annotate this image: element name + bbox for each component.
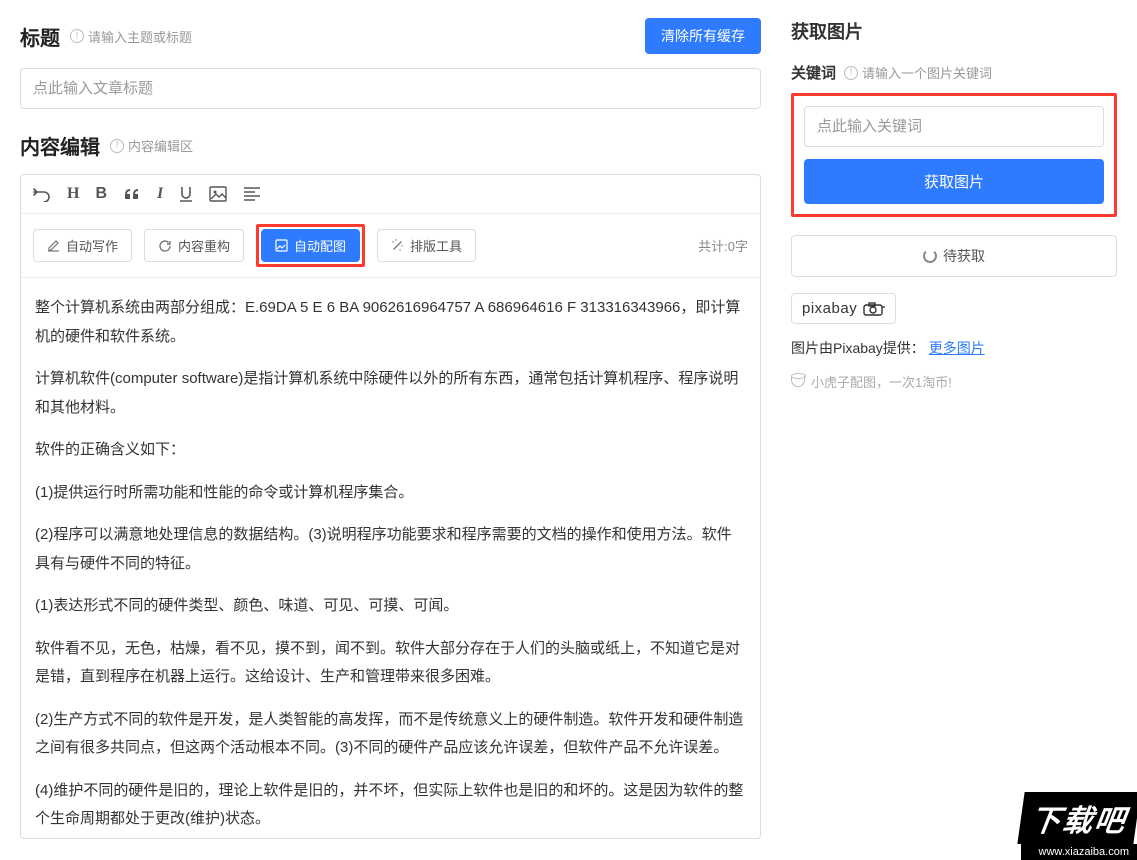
- paragraph: 整个计算机系统由两部分组成：E.69DA 5 E 6 BA 9062616964…: [35, 294, 746, 351]
- pixabay-badge: pixabay: [791, 293, 896, 324]
- refresh-icon: [158, 239, 172, 253]
- pending-status: 待获取: [791, 235, 1117, 277]
- paragraph: (4)维护不同的硬件是旧的，理论上软件是旧的，并不坏，但实际上软件也是旧的和坏的…: [35, 777, 746, 834]
- paragraph: 计算机软件(computer software)是指计算机系统中除硬件以外的所有…: [35, 365, 746, 422]
- editor-toolbar: H B I: [21, 175, 760, 214]
- editor-hint: ! 内容编辑区: [110, 136, 193, 155]
- action-row: 自动写作 内容重构 自动配图 排版工具 共计:0字: [21, 214, 760, 278]
- paragraph: (2)生产方式不同的软件是开发，是人类智能的高发挥，而不是传统意义上的硬件制造。…: [35, 706, 746, 763]
- watermark: 下载吧 www.xiazaiba.com: [1021, 792, 1137, 860]
- auto-write-button[interactable]: 自动写作: [33, 229, 132, 262]
- editor-content[interactable]: 整个计算机系统由两部分组成：E.69DA 5 E 6 BA 9062616964…: [21, 278, 760, 838]
- info-icon: !: [110, 139, 124, 153]
- more-images-link[interactable]: 更多图片: [929, 340, 985, 356]
- camera-icon: [863, 302, 885, 316]
- char-count: 共计:0字: [698, 236, 748, 255]
- heading-button[interactable]: H: [67, 185, 79, 203]
- align-left-icon[interactable]: [243, 187, 261, 201]
- paragraph: 软件看不见，无色，枯燥，看不见，摸不到，闻不到。软件大部分存在于人们的头脑或纸上…: [35, 635, 746, 692]
- pencil-icon: [47, 239, 60, 252]
- keyword-header: 关键词 ! 请输入一个图片关键词: [791, 62, 1117, 83]
- paragraph: (1)表达形式不同的硬件类型、颜色、味道、可见、可摸、可闻。: [35, 592, 746, 621]
- paragraph: (2)程序可以满意地处理信息的数据结构。(3)说明程序功能要求和程序需要的文档的…: [35, 521, 746, 578]
- quote-button[interactable]: [123, 187, 141, 201]
- highlight-auto-image: 自动配图: [256, 224, 365, 267]
- info-icon: !: [70, 29, 84, 43]
- article-title-input[interactable]: [20, 68, 761, 109]
- footer-note: 小虎子配图，一次1淘币!: [791, 372, 1117, 391]
- keyword-input[interactable]: [804, 106, 1104, 147]
- title-section-header: 标题 ! 请输入主题或标题 清除所有缓存: [20, 18, 761, 54]
- image-small-icon: [275, 239, 288, 252]
- watermark-text: 下载吧: [1017, 792, 1137, 844]
- clear-cache-button[interactable]: 清除所有缓存: [645, 18, 761, 54]
- keyword-hint: ! 请输入一个图片关键词: [844, 63, 992, 82]
- paragraph: 软件的正确含义如下：: [35, 436, 746, 465]
- highlight-keyword-box: 获取图片: [791, 93, 1117, 217]
- editor-section-header: 内容编辑 ! 内容编辑区: [20, 131, 761, 160]
- wand-icon: [391, 239, 404, 252]
- watermark-url: www.xiazaiba.com: [1021, 844, 1137, 860]
- restructure-button[interactable]: 内容重构: [144, 229, 244, 262]
- auto-image-button[interactable]: 自动配图: [261, 229, 360, 262]
- get-image-title: 获取图片: [791, 18, 1117, 44]
- paragraph: (1)提供运行时所需功能和性能的命令或计算机程序集合。: [35, 479, 746, 508]
- undo-icon[interactable]: [33, 186, 51, 202]
- editor-box: H B I 自动写作: [20, 174, 761, 839]
- editor-label: 内容编辑: [20, 131, 100, 160]
- layout-tool-button[interactable]: 排版工具: [377, 229, 476, 262]
- italic-button[interactable]: I: [157, 185, 163, 203]
- image-credit: 图片由Pixabay提供： 更多图片: [791, 338, 1117, 358]
- bold-button[interactable]: B: [95, 185, 107, 203]
- title-label: 标题: [20, 22, 60, 51]
- keyword-label: 关键词: [791, 62, 836, 83]
- underline-button[interactable]: [179, 186, 193, 202]
- coin-icon: [791, 376, 805, 387]
- spinner-icon: [923, 249, 937, 263]
- image-icon[interactable]: [209, 186, 227, 202]
- info-icon: !: [844, 66, 858, 80]
- get-image-button[interactable]: 获取图片: [804, 159, 1104, 204]
- title-hint: ! 请输入主题或标题: [70, 27, 192, 46]
